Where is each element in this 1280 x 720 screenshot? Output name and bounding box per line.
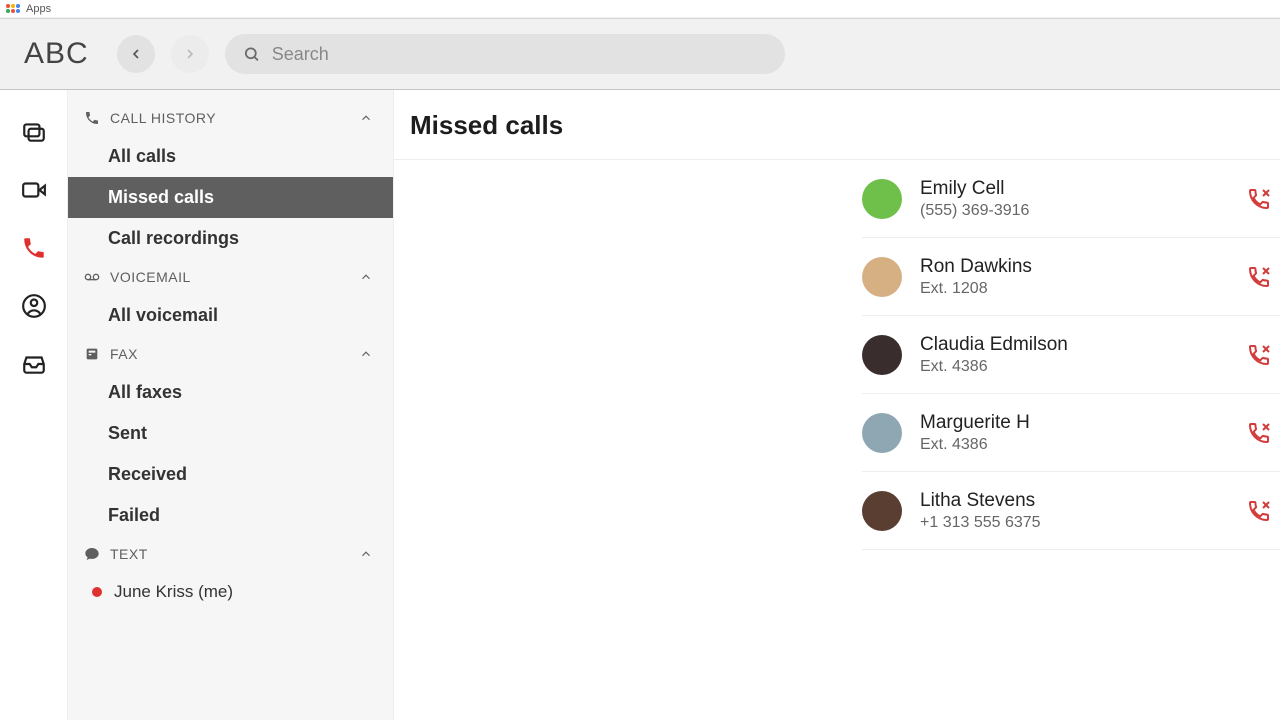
rail-inbox[interactable] [20,350,48,378]
sidebar-item-call-recordings[interactable]: Call recordings [68,218,393,259]
brand-title: ABC [24,37,89,71]
rail-phone[interactable] [20,234,48,262]
call-row[interactable]: Litha Stevens +1 313 555 6375 [862,472,1280,550]
fax-icon [84,346,100,362]
call-row[interactable]: Claudia Edmilson Ext. 4386 [862,316,1280,394]
call-detail: Ext. 4386 [920,358,1246,376]
chevron-up-icon [359,547,373,561]
phone-icon [21,235,47,261]
sidebar-item-received[interactable]: Received [68,454,393,495]
section-label: FAX [110,346,138,362]
avatar [862,257,902,297]
sidebar: CALL HISTORY All calls Missed calls Call… [68,90,394,720]
nav-forward-button[interactable] [171,35,209,73]
apps-grid-icon [6,4,20,13]
content: Missed calls Emily Cell (555) 369-3916 R… [394,90,1280,720]
call-row[interactable]: Marguerite H Ext. 4386 [862,394,1280,472]
sidebar-item-sent[interactable]: Sent [68,413,393,454]
avatar [862,179,902,219]
apps-label: Apps [26,3,51,15]
messages-icon [21,119,47,145]
call-row[interactable]: Emily Cell (555) 369-3916 [862,160,1280,238]
page-title: Missed calls [394,90,1280,160]
avatar [862,335,902,375]
chevron-up-icon [359,270,373,284]
call-name: Ron Dawkins [920,255,1246,280]
call-name: Marguerite H [920,411,1246,436]
call-row[interactable]: Ron Dawkins Ext. 1208 [862,238,1280,316]
phone-small-icon [84,110,100,126]
sidebar-item-all-faxes[interactable]: All faxes [68,372,393,413]
inbox-icon [21,351,47,377]
chevron-right-icon [182,46,198,62]
chat-bubble-icon [84,546,100,562]
person-circle-icon [21,293,47,319]
sidebar-item-missed-calls[interactable]: Missed calls [68,177,393,218]
call-name: Claudia Edmilson [920,333,1246,358]
section-label: VOICEMAIL [110,269,191,285]
section-fax[interactable]: FAX [68,336,393,372]
chevron-left-icon [128,46,144,62]
main-area: CALL HISTORY All calls Missed calls Call… [0,90,1280,720]
call-info: Ron Dawkins Ext. 1208 [920,255,1246,298]
search-field[interactable] [225,34,785,74]
voicemail-icon [84,269,100,285]
section-label: TEXT [110,546,148,562]
missed-call-icon[interactable] [1246,264,1272,290]
section-text[interactable]: TEXT [68,536,393,572]
call-detail: Ext. 4386 [920,436,1246,454]
chevron-up-icon [359,111,373,125]
sidebar-user-self[interactable]: June Kriss (me) [68,572,393,612]
missed-call-icon[interactable] [1246,498,1272,524]
rail-messages[interactable] [20,118,48,146]
avatar [862,413,902,453]
rail-video[interactable] [20,176,48,204]
nav-rail [0,90,68,720]
call-name: Emily Cell [920,177,1246,202]
call-info: Marguerite H Ext. 4386 [920,411,1246,454]
call-info: Claudia Edmilson Ext. 4386 [920,333,1246,376]
video-icon [21,177,47,203]
avatar [862,491,902,531]
call-detail: +1 313 555 6375 [920,514,1246,532]
missed-call-icon[interactable] [1246,420,1272,446]
section-voicemail[interactable]: VOICEMAIL [68,259,393,295]
missed-call-icon[interactable] [1246,342,1272,368]
section-call-history[interactable]: CALL HISTORY [68,100,393,136]
search-icon [243,45,260,63]
call-info: Litha Stevens +1 313 555 6375 [920,489,1246,532]
call-detail: Ext. 1208 [920,280,1246,298]
sidebar-item-failed[interactable]: Failed [68,495,393,536]
user-name: June Kriss (me) [114,582,233,602]
sidebar-item-all-calls[interactable]: All calls [68,136,393,177]
call-name: Litha Stevens [920,489,1246,514]
missed-call-icon[interactable] [1246,186,1272,212]
sidebar-item-all-voicemail[interactable]: All voicemail [68,295,393,336]
nav-back-button[interactable] [117,35,155,73]
missed-call-list: Emily Cell (555) 369-3916 Ron Dawkins Ex… [862,160,1280,550]
call-detail: (555) 369-3916 [920,202,1246,220]
section-label: CALL HISTORY [110,110,216,126]
status-dot-busy [92,587,102,597]
search-input[interactable] [272,44,767,65]
header: ABC [0,18,1280,90]
call-info: Emily Cell (555) 369-3916 [920,177,1246,220]
chevron-up-icon [359,347,373,361]
os-appbar: Apps [0,0,1280,18]
rail-contacts[interactable] [20,292,48,320]
